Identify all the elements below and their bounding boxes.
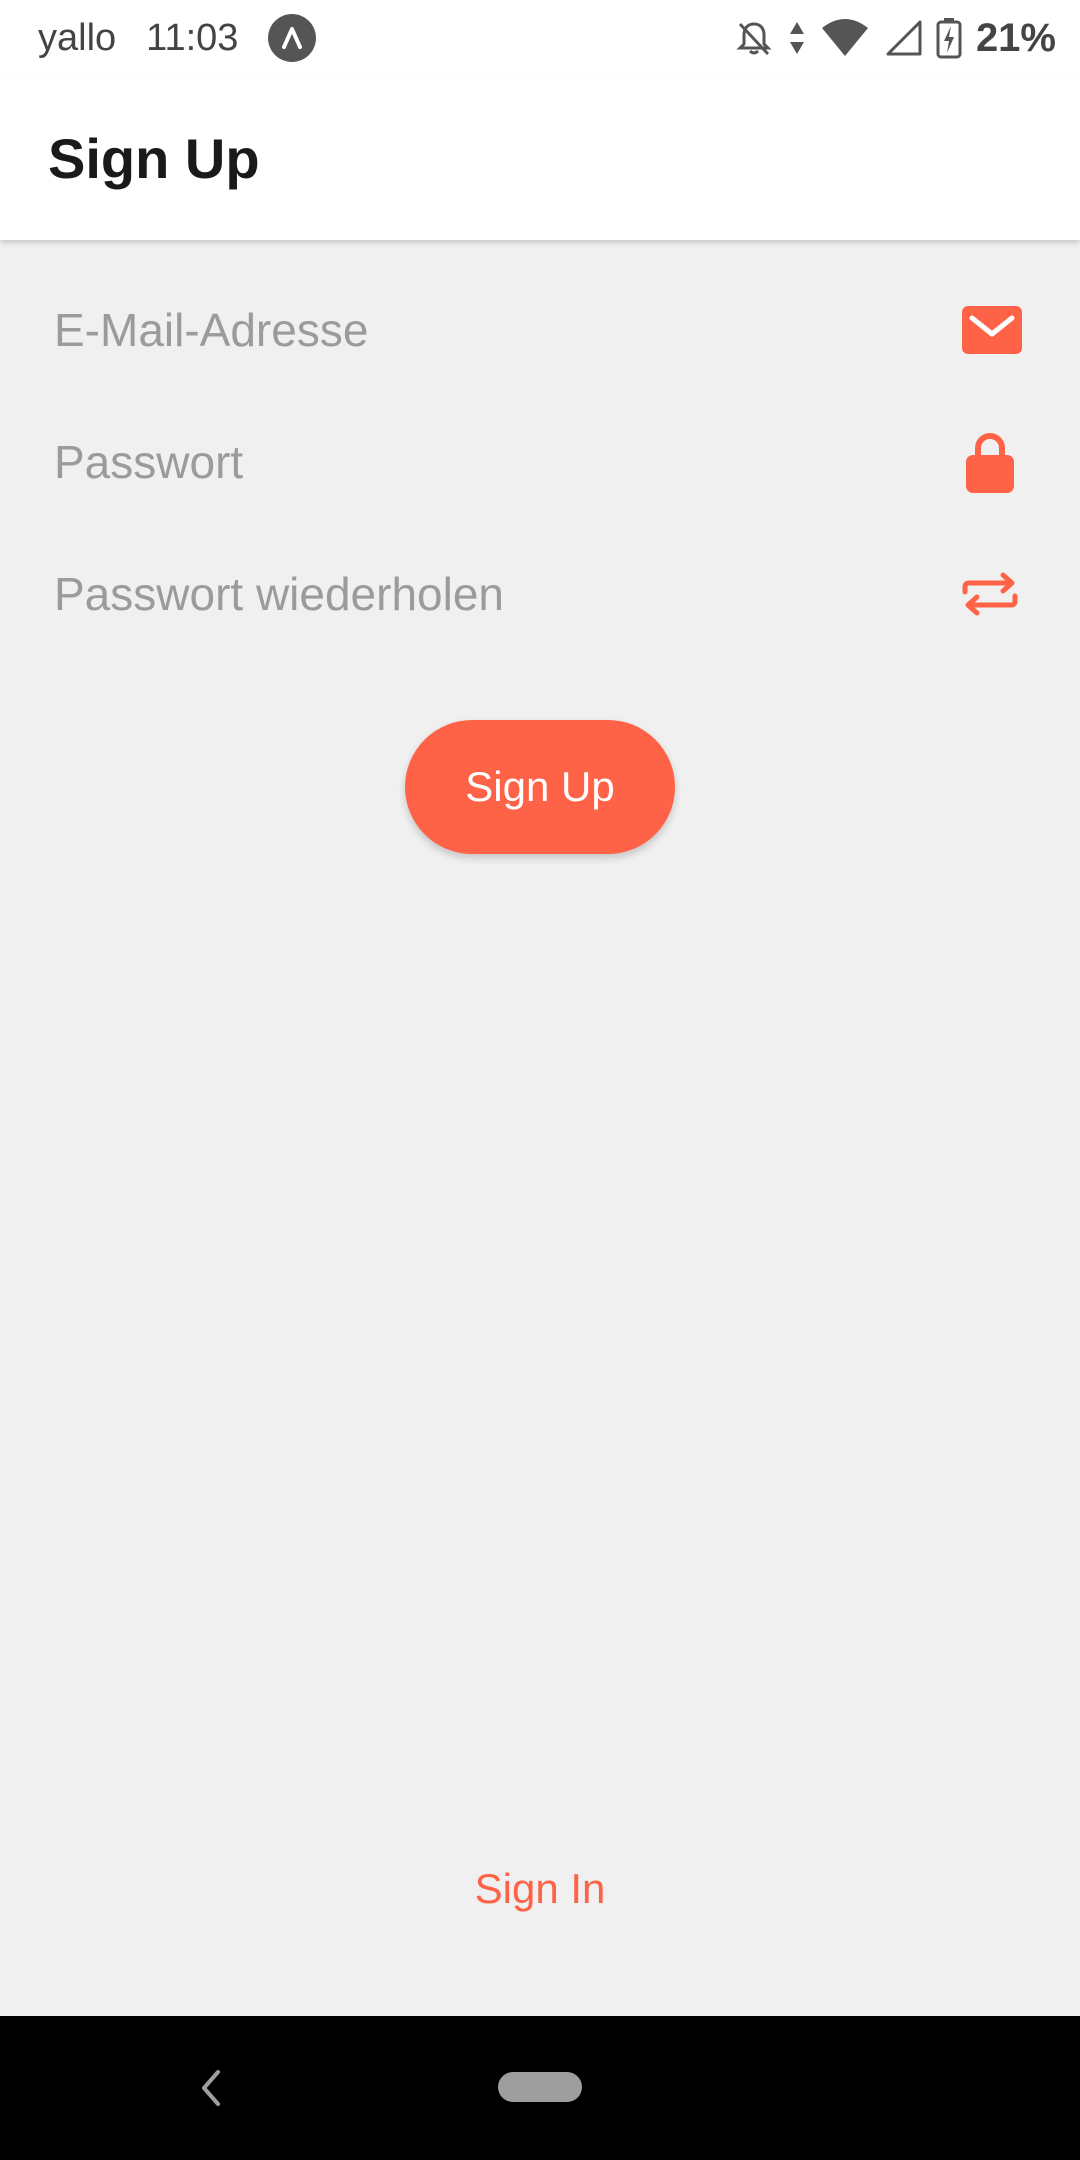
email-row bbox=[0, 264, 1080, 396]
battery-percent: 21% bbox=[975, 15, 1056, 60]
password-field[interactable] bbox=[54, 396, 914, 528]
password-row bbox=[0, 396, 1080, 528]
data-arrows-icon bbox=[788, 18, 806, 58]
status-time: 11:03 bbox=[146, 16, 239, 59]
cell-signal-icon bbox=[884, 18, 922, 58]
back-icon[interactable] bbox=[180, 2056, 240, 2120]
status-left: yallo 11:03 bbox=[38, 0, 317, 76]
repeat-password-row bbox=[0, 528, 1080, 660]
page-title: Sign Up bbox=[48, 126, 260, 190]
app-toolbar: Sign Up bbox=[0, 76, 1080, 240]
email-field[interactable] bbox=[54, 264, 914, 396]
status-right: 21% bbox=[734, 0, 1056, 76]
repeat-password-field[interactable] bbox=[54, 528, 914, 660]
sign-up-button[interactable]: Sign Up bbox=[405, 720, 675, 854]
lock-icon bbox=[950, 396, 1030, 528]
carrier-name: yallo bbox=[38, 16, 117, 59]
wifi-icon bbox=[820, 18, 870, 58]
home-pill-button[interactable] bbox=[498, 2072, 582, 2102]
status-bar: yallo 11:03 21% bbox=[0, 0, 1080, 76]
app-notification-icon bbox=[268, 14, 317, 62]
notifications-off-icon bbox=[734, 18, 774, 58]
battery-charging-icon bbox=[936, 17, 962, 59]
envelope-icon bbox=[952, 264, 1032, 396]
repeat-icon bbox=[950, 528, 1030, 660]
sign-in-link[interactable]: Sign In bbox=[0, 1854, 1080, 1924]
